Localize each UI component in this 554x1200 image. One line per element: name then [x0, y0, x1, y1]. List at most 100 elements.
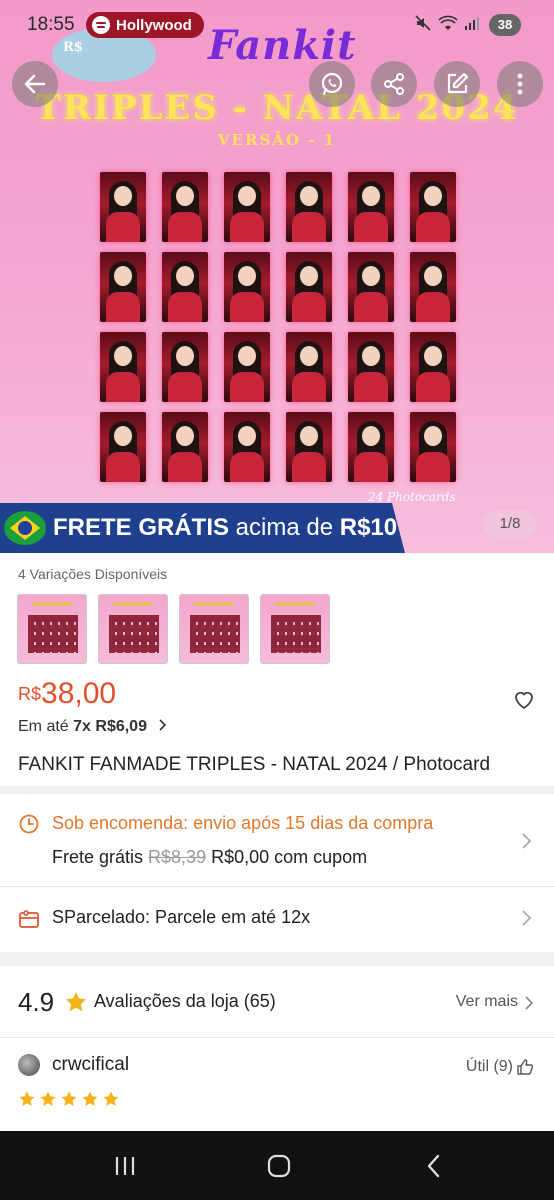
- whatsapp-share-button[interactable]: [309, 61, 355, 107]
- variations-label: 4 Variações Disponíveis: [18, 566, 168, 582]
- mute-icon: [415, 15, 431, 31]
- photocard: [162, 332, 208, 402]
- thumbs-up-icon: [517, 1059, 534, 1075]
- chevron-right-icon: [159, 719, 167, 731]
- photocard: [348, 252, 394, 322]
- star-icon: [82, 1091, 98, 1106]
- photocard: [348, 332, 394, 402]
- banner-frete-bold: FRETE GRÁTIS: [53, 514, 230, 541]
- installments-value: 7x R$6,09: [73, 718, 147, 735]
- see-more-chevron-icon[interactable]: [524, 996, 534, 1010]
- product-title: FANKIT FANMADE TRIPLES - NATAL 2024 / Ph…: [18, 754, 491, 775]
- photocard: [286, 412, 332, 482]
- photocard: [286, 252, 332, 322]
- installment-card-icon: [19, 910, 39, 928]
- shipping-label: Frete grátis: [52, 847, 149, 867]
- reviewer-name: crwcifical: [52, 1054, 130, 1075]
- section-separator: [0, 952, 554, 966]
- star-icon: [19, 1091, 35, 1106]
- edit-icon: [447, 72, 469, 94]
- installments-prefix: Em até: [18, 718, 74, 735]
- now-playing-pill[interactable]: Hollywood: [86, 12, 204, 38]
- home-icon[interactable]: [266, 1153, 292, 1179]
- price-currency: R$: [18, 684, 42, 704]
- shipping-old-price: R$8,39: [148, 847, 207, 867]
- photocard: [224, 332, 270, 402]
- helpful-count: Útil (9): [465, 1058, 513, 1075]
- photocard: [100, 412, 146, 482]
- image-pager: 1/8: [484, 510, 536, 538]
- star-icon: [103, 1091, 119, 1106]
- banner-frete-rest: acima de: [229, 514, 340, 541]
- status-time: 18:55: [27, 14, 75, 35]
- arrow-left-icon: [24, 74, 46, 94]
- status-bar: 18:55 Hollywood 38: [0, 0, 554, 50]
- photocard: [286, 332, 332, 402]
- price: R$38,00: [18, 677, 116, 711]
- back-button[interactable]: [12, 61, 58, 107]
- photocard: [348, 412, 394, 482]
- photocard: [224, 172, 270, 242]
- see-more-reviews-link[interactable]: Ver mais: [456, 993, 518, 1011]
- photocard: [410, 252, 456, 322]
- photocard: [162, 412, 208, 482]
- share-icon: [384, 73, 404, 95]
- sparcelado-row[interactable]: SParcelado: Parcele em até 12x: [52, 907, 310, 928]
- row-divider: [0, 1037, 554, 1038]
- image-version: VERSÃO - 1: [217, 131, 337, 149]
- favorite-heart-icon[interactable]: [512, 688, 536, 712]
- edit-button[interactable]: [434, 61, 480, 107]
- photocard: [162, 172, 208, 242]
- variation-thumb[interactable]: [17, 594, 87, 664]
- photocard: [100, 172, 146, 242]
- photocard: [100, 332, 146, 402]
- system-navigation-bar: [0, 1131, 554, 1200]
- photocard: [286, 172, 332, 242]
- whatsapp-icon: [321, 72, 343, 96]
- brazil-flag-icon: [4, 511, 46, 545]
- photocard: [410, 412, 456, 482]
- spotify-icon: [92, 16, 110, 34]
- photocard: [224, 252, 270, 322]
- photocard: [410, 332, 456, 402]
- banner-frete-amount: R$10: [339, 514, 398, 541]
- photocard-grid: [100, 172, 456, 484]
- photocards-caption: 24 Photocards: [368, 490, 456, 504]
- star-icon: [40, 1091, 56, 1106]
- made-to-order-notice: Sob encomenda: envio após 15 dias da com…: [52, 813, 434, 833]
- price-value: 38,00: [41, 677, 117, 710]
- row-divider: [0, 886, 554, 887]
- shipping-chevron-icon[interactable]: [520, 832, 532, 850]
- shipping-new-price: R$0,00 com cupom: [206, 847, 368, 867]
- payment-chevron-icon[interactable]: [520, 909, 532, 927]
- store-rating-label: Avaliações da loja (65): [94, 991, 276, 1011]
- more-vertical-icon: [517, 73, 523, 95]
- star-icon: [61, 1091, 77, 1106]
- more-options-button[interactable]: [497, 61, 543, 107]
- wifi-icon: [438, 15, 458, 30]
- installments-link[interactable]: Em até 7x R$6,09: [18, 718, 167, 736]
- battery-indicator: 38: [489, 14, 521, 36]
- variation-thumb[interactable]: [260, 594, 330, 664]
- photocard: [100, 252, 146, 322]
- shipping-cost: Frete grátis R$8,39 R$0,00 com cupom: [52, 847, 367, 868]
- reviewer-avatar: [18, 1054, 40, 1076]
- photocard: [410, 172, 456, 242]
- store-rating-score: 4.9: [18, 987, 55, 1017]
- free-shipping-banner: FRETE GRÁTIS acima de R$10 1/8: [0, 503, 554, 553]
- photocard: [162, 252, 208, 322]
- share-button[interactable]: [371, 61, 417, 107]
- signal-icon: [465, 17, 479, 30]
- variation-thumbnails: [17, 594, 330, 664]
- photocard: [224, 412, 270, 482]
- system-icons: [414, 14, 480, 32]
- review-stars: [18, 1090, 120, 1108]
- clock-icon: [19, 814, 39, 834]
- helpful-button[interactable]: Útil (9): [466, 1058, 534, 1076]
- back-nav-icon[interactable]: [421, 1153, 447, 1179]
- recent-apps-icon[interactable]: [112, 1153, 138, 1179]
- variation-thumb[interactable]: [98, 594, 168, 664]
- variation-thumb[interactable]: [179, 594, 249, 664]
- section-separator: [0, 786, 554, 794]
- photocard: [348, 172, 394, 242]
